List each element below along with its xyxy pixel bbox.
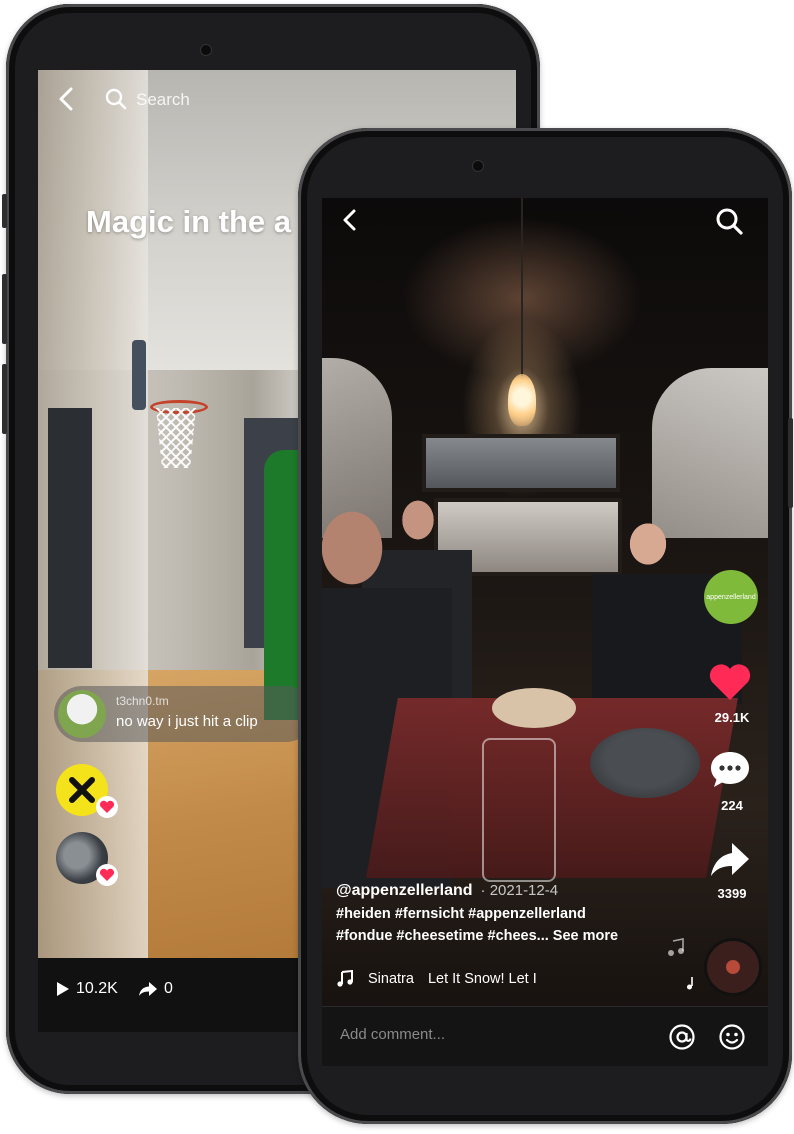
search-placeholder: Search <box>136 90 190 109</box>
front-phone: appenzellerland 29.1K 224 3399 @appenzel… <box>298 128 793 1124</box>
heart-icon[interactable] <box>708 660 752 704</box>
live-comment: t3chn0.tm no way i just hit a clip <box>54 686 314 742</box>
share-count: 0 <box>138 980 173 998</box>
share-arrow-icon <box>139 982 157 996</box>
share-count: 3399 <box>717 886 747 901</box>
comment-bar: Add comment... <box>322 1006 768 1066</box>
commenter-username: t3chn0.tm <box>116 694 169 708</box>
mute-switch <box>2 194 7 228</box>
caption-line-2-text[interactable]: #fondue #cheesetime #chees... <box>336 928 549 944</box>
caption-line-2: #fondue #cheesetime #chees... See more <box>336 928 686 944</box>
commenter-avatar[interactable] <box>58 690 106 738</box>
comment-count: 224 <box>721 798 743 813</box>
x-logo-icon <box>69 777 95 803</box>
see-more-link[interactable]: See more <box>553 928 618 944</box>
music-note-icon <box>337 970 353 987</box>
add-comment-input[interactable]: Add comment... <box>340 1026 445 1043</box>
search-field[interactable]: Search <box>104 83 504 115</box>
live-title: Magic in the a <box>86 204 291 239</box>
play-count: 10.2K <box>56 980 118 998</box>
share-arrow-icon[interactable] <box>708 838 752 882</box>
music-note-icon <box>668 938 684 956</box>
creator-avatar[interactable]: appenzellerland <box>704 570 758 624</box>
play-count-value: 10.2K <box>76 980 118 997</box>
back-chevron-icon[interactable] <box>52 84 82 114</box>
play-icon <box>57 982 69 996</box>
search-icon <box>105 88 127 110</box>
mention-at-icon[interactable] <box>668 1023 696 1051</box>
heart-badge-icon <box>96 864 118 886</box>
top-bar: Search <box>38 70 516 130</box>
music-disc[interactable] <box>704 938 762 996</box>
caption-line-1[interactable]: #heiden #fernsicht #appenzellerland <box>336 906 686 922</box>
creator-avatar-text: appenzellerland <box>706 593 756 601</box>
search-icon[interactable] <box>714 206 744 236</box>
front-phone-screen: appenzellerland 29.1K 224 3399 @appenzel… <box>322 198 768 1066</box>
volume-down-button <box>2 364 7 434</box>
power-button <box>788 418 793 508</box>
music-title: Let It Snow! Let I <box>427 971 537 987</box>
comment-bubble-icon[interactable] <box>708 748 752 792</box>
emoji-icon[interactable] <box>718 1023 746 1051</box>
music-note-small-icon <box>687 977 693 990</box>
front-camera <box>200 44 212 56</box>
music-row[interactable]: Sinatra Let It Snow! Let I <box>336 970 636 988</box>
post-date: · 2021-12-4 <box>480 882 559 899</box>
heart-badge-icon <box>96 796 118 818</box>
volume-up-button <box>2 274 7 344</box>
comment-text: no way i just hit a clip <box>116 713 258 730</box>
video-info: @appenzellerland · 2021-12-4 #heiden #fer… <box>336 882 686 944</box>
like-count: 29.1K <box>714 710 750 725</box>
share-count-value: 0 <box>164 980 173 997</box>
back-chevron-icon[interactable] <box>336 206 364 234</box>
music-artist: Sinatra <box>368 971 414 987</box>
creator-username[interactable]: @appenzellerland <box>336 882 473 899</box>
front-camera <box>472 160 484 172</box>
